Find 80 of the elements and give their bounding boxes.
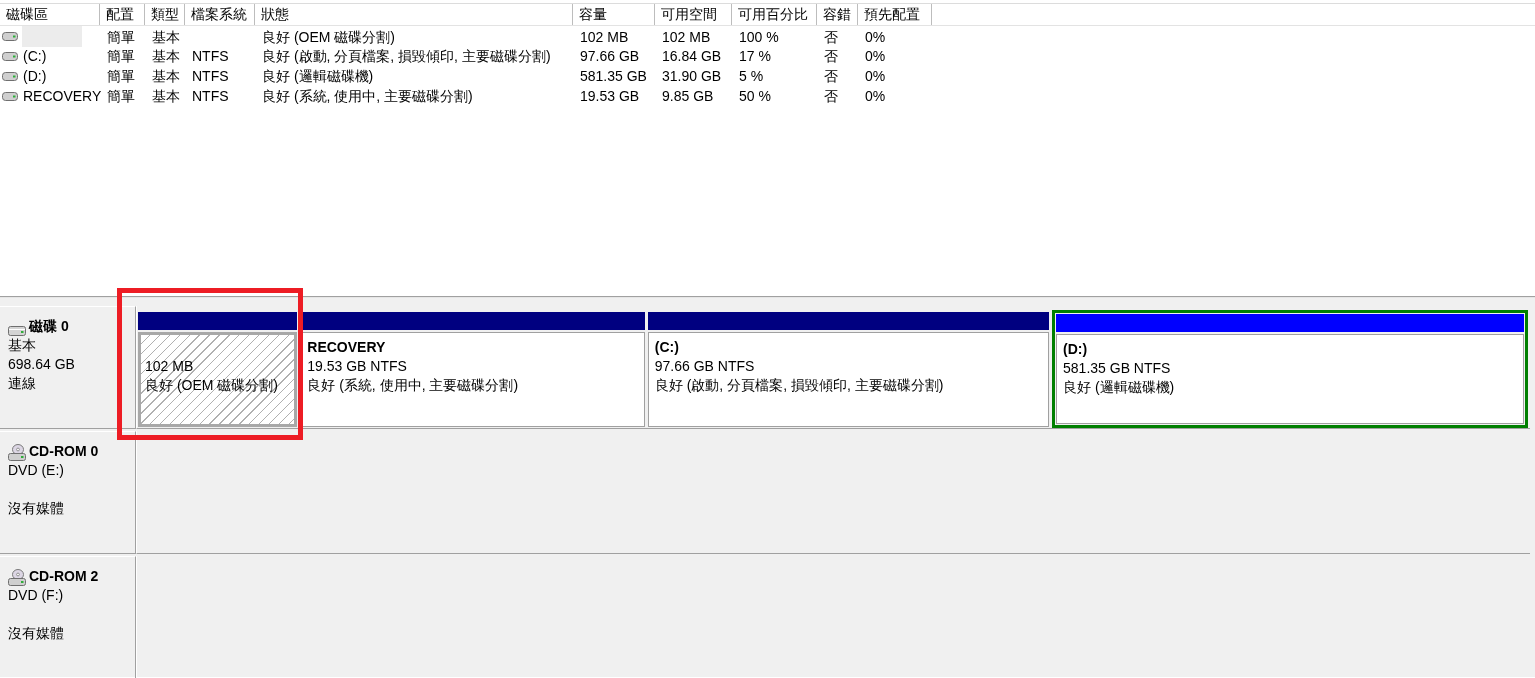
partition-block[interactable]: 102 MB 良好 (OEM 磁碟分割) — [138, 332, 298, 427]
disk-type: 基本 — [8, 336, 37, 355]
partition-label: RECOVERY — [307, 338, 387, 357]
table-cell-text: 581.35 GB — [580, 67, 647, 86]
table-cell-text: 簡單 — [107, 87, 135, 106]
table-cell-text: 簡單 — [107, 67, 135, 86]
table-cell-text: 102 MB — [662, 27, 711, 47]
hard-drive-icon — [2, 51, 18, 61]
table-cell-text: 17 % — [739, 47, 771, 66]
table-cell-text: 良好 (啟動, 分頁檔案, 損毀傾印, 主要磁碟分割) — [262, 47, 551, 66]
disk-size: 698.64 GB — [8, 355, 76, 374]
table-cell-text: 否 — [824, 27, 838, 47]
table-cell[interactable]: (C:) — [22, 46, 48, 66]
table-cell-text: 基本 — [152, 87, 180, 106]
column-header[interactable]: 檔案系統 — [185, 4, 255, 25]
disk-name: CD-ROM 0 — [29, 442, 99, 461]
table-cell-text: NTFS — [192, 47, 229, 66]
partition-status: 良好 (OEM 磁碟分割) — [145, 376, 279, 395]
table-cell-text: 良好 (OEM 磁碟分割) — [262, 27, 395, 47]
table-cell-text: 102 MB — [580, 27, 629, 47]
table-cell-text: 9.85 GB — [662, 87, 714, 106]
table-cell-text: 16.84 GB — [662, 47, 722, 66]
column-header[interactable]: 狀態 — [255, 4, 573, 25]
table-cell-text: 0% — [865, 47, 886, 66]
partition-status: 良好 (邏輯磁碟機) — [1063, 378, 1176, 397]
partition-block[interactable]: (C:) 97.66 GB NTFS 良好 (啟動, 分頁檔案, 損毀傾印, 主要磁碟分割) — [647, 332, 1050, 427]
table-cell-text: 100 % — [739, 27, 779, 47]
table-cell[interactable]: (D:) — [22, 66, 48, 86]
table-cell-text: 良好 (系統, 使用中, 主要磁碟分割) — [262, 87, 473, 106]
disk-type: DVD (E:) — [8, 461, 65, 480]
column-header[interactable]: 容錯 — [817, 4, 858, 25]
table-cell-text: 97.66 GB — [580, 47, 640, 66]
column-header[interactable]: 可用空間 — [655, 4, 732, 25]
partition-size: 19.53 GB NTFS — [307, 357, 408, 376]
table-cell-text: 否 — [824, 87, 838, 106]
partition-label: (C:) — [654, 338, 680, 357]
partition-size: 97.66 GB NTFS — [654, 357, 756, 376]
table-cell-text: 5 % — [739, 67, 764, 86]
optical-drive-icon — [8, 444, 26, 461]
disk-status: 沒有媒體 — [8, 624, 65, 643]
partition-size: 102 MB — [145, 357, 195, 376]
column-header[interactable]: 預先配置 — [858, 4, 932, 25]
table-cell-text: 簡單 — [107, 27, 135, 47]
table-cell[interactable]: RECOVERY — [22, 86, 103, 106]
table-cell-text: 簡單 — [107, 47, 135, 66]
hard-drive-icon — [2, 91, 18, 101]
table-cell-text: 0% — [865, 87, 886, 106]
hard-drive-icon — [8, 326, 26, 336]
partition-status: 良好 (系統, 使用中, 主要磁碟分割) — [307, 376, 520, 395]
table-cell-text: 0% — [865, 27, 886, 47]
column-header[interactable]: 可用百分比 — [732, 4, 817, 25]
table-cell-text: 基本 — [152, 47, 180, 66]
disk-status: 沒有媒體 — [8, 499, 65, 518]
partition-status: 良好 (啟動, 分頁檔案, 損毀傾印, 主要磁碟分割) — [654, 376, 945, 395]
table-cell-text: 否 — [824, 47, 838, 66]
table-cell-text: NTFS — [192, 87, 229, 106]
table-cell-text: 基本 — [152, 27, 180, 47]
disk-type: DVD (F:) — [8, 586, 65, 605]
partition-block[interactable]: (D:) 581.35 GB NTFS 良好 (邏輯磁碟機) — [1056, 334, 1524, 424]
table-cell-text: 50 % — [739, 87, 771, 106]
optical-drive-icon — [8, 569, 26, 586]
partition-size: 581.35 GB NTFS — [1063, 359, 1172, 378]
column-header[interactable]: 磁碟區 — [0, 4, 100, 25]
table-cell-text: NTFS — [192, 67, 229, 86]
column-header[interactable]: 類型 — [145, 4, 185, 25]
column-header[interactable]: 容量 — [573, 4, 655, 25]
table-cell-text: 基本 — [152, 67, 180, 86]
partition-block[interactable]: RECOVERY 19.53 GB NTFS 良好 (系統, 使用中, 主要磁碟分割) — [300, 332, 645, 427]
disk-status: 連線 — [8, 374, 37, 393]
hard-drive-icon — [2, 71, 18, 81]
disk-name: 磁碟 0 — [29, 317, 69, 336]
hard-drive-icon — [2, 32, 18, 41]
disk-name: CD-ROM 2 — [29, 567, 99, 586]
column-header[interactable]: 配置 — [100, 4, 145, 25]
table-cell-text: 良好 (邏輯磁碟機) — [262, 67, 374, 86]
table-cell-text: 0% — [865, 67, 886, 86]
partition-label: (D:) — [1063, 340, 1089, 359]
table-cell-text: 否 — [824, 67, 838, 86]
table-cell-text: 19.53 GB — [580, 87, 640, 106]
table-cell-text: 31.90 GB — [662, 67, 722, 86]
